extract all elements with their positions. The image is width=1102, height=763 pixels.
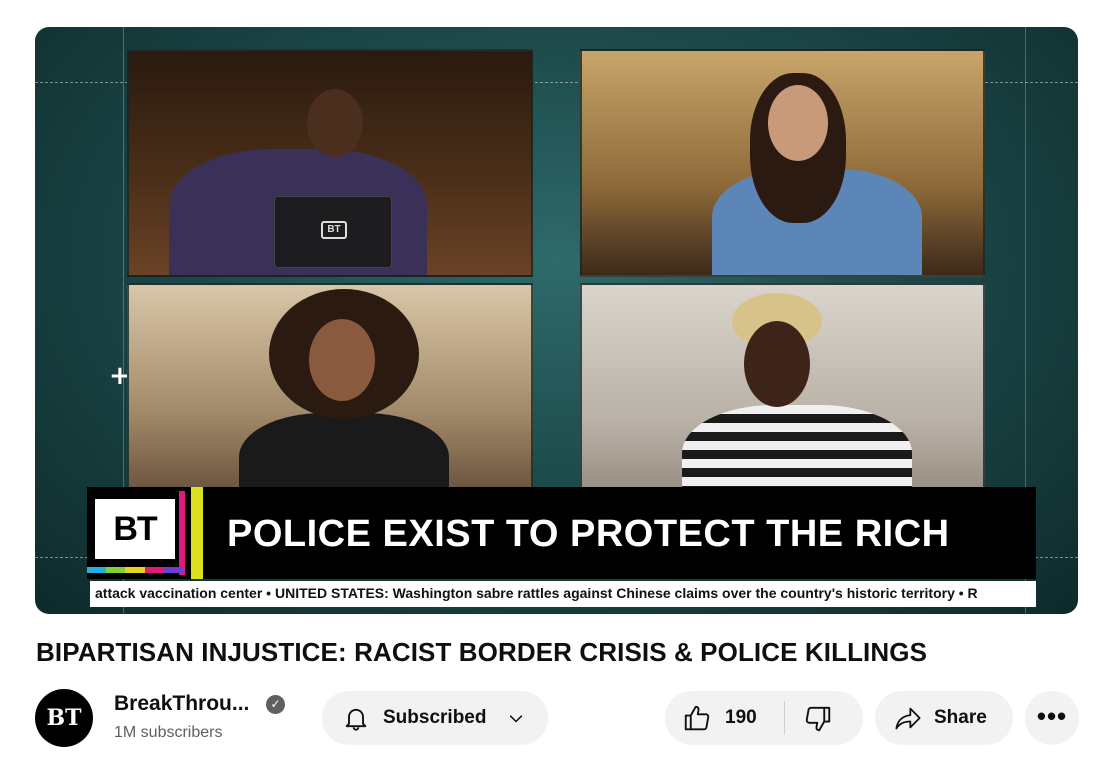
guest2-head bbox=[309, 319, 375, 401]
lower-third-banner: BT POLICE EXIST TO PROTECT THE RICH bbox=[87, 487, 1036, 579]
stripe bbox=[125, 567, 145, 573]
channel-avatar[interactable]: BT bbox=[35, 689, 93, 747]
subscribed-label: Subscribed bbox=[383, 707, 487, 728]
share-button[interactable]: Share bbox=[875, 691, 1013, 745]
verified-check-icon: ✓ bbox=[266, 695, 285, 714]
video-feed-host: BT bbox=[127, 49, 533, 277]
bell-icon bbox=[342, 704, 370, 737]
subscribed-button[interactable]: Subscribed bbox=[322, 691, 548, 745]
color-stripes bbox=[87, 567, 184, 573]
video-feed-guest-1 bbox=[580, 49, 985, 277]
ticker-text: attack vaccination center • UNITED STATE… bbox=[95, 585, 978, 601]
like-count[interactable]: 190 bbox=[725, 707, 757, 729]
video-feed-guest-2 bbox=[127, 283, 533, 515]
subscriber-count: 1M subscribers bbox=[114, 724, 223, 741]
accent-bar-yellow bbox=[191, 487, 203, 579]
accent-bar-pink bbox=[179, 491, 185, 575]
more-dots-icon: ••• bbox=[1036, 701, 1068, 731]
divider bbox=[784, 701, 785, 735]
share-label: Share bbox=[934, 707, 987, 728]
stripe bbox=[106, 567, 126, 573]
chevron-down-icon bbox=[505, 709, 527, 734]
banner-headline: POLICE EXIST TO PROTECT THE RICH bbox=[227, 513, 950, 555]
bt-logo: BT bbox=[95, 499, 175, 559]
thumbs-up-icon[interactable] bbox=[681, 703, 713, 738]
more-actions-button[interactable]: ••• bbox=[1025, 691, 1079, 745]
stripe bbox=[87, 567, 107, 573]
video-player[interactable]: + BT BT POLICE EXIST TO PROTECT THE RICH… bbox=[35, 27, 1078, 614]
laptop: BT bbox=[274, 196, 392, 268]
guest1-head bbox=[768, 85, 828, 161]
video-title: BIPARTISAN INJUSTICE: RACIST BORDER CRIS… bbox=[36, 637, 928, 667]
laptop-logo: BT bbox=[321, 221, 347, 239]
share-arrow-icon bbox=[892, 704, 924, 737]
host-head bbox=[307, 89, 363, 157]
thumbs-down-icon[interactable] bbox=[803, 704, 833, 739]
video-feed-guest-3 bbox=[580, 283, 985, 515]
channel-name[interactable]: BreakThrou... bbox=[114, 692, 249, 716]
stripe bbox=[144, 567, 164, 573]
like-dislike-group: 190 bbox=[665, 691, 863, 745]
guest3-head bbox=[744, 321, 810, 407]
news-ticker: attack vaccination center • UNITED STATE… bbox=[90, 581, 1036, 607]
stripe bbox=[163, 567, 184, 573]
